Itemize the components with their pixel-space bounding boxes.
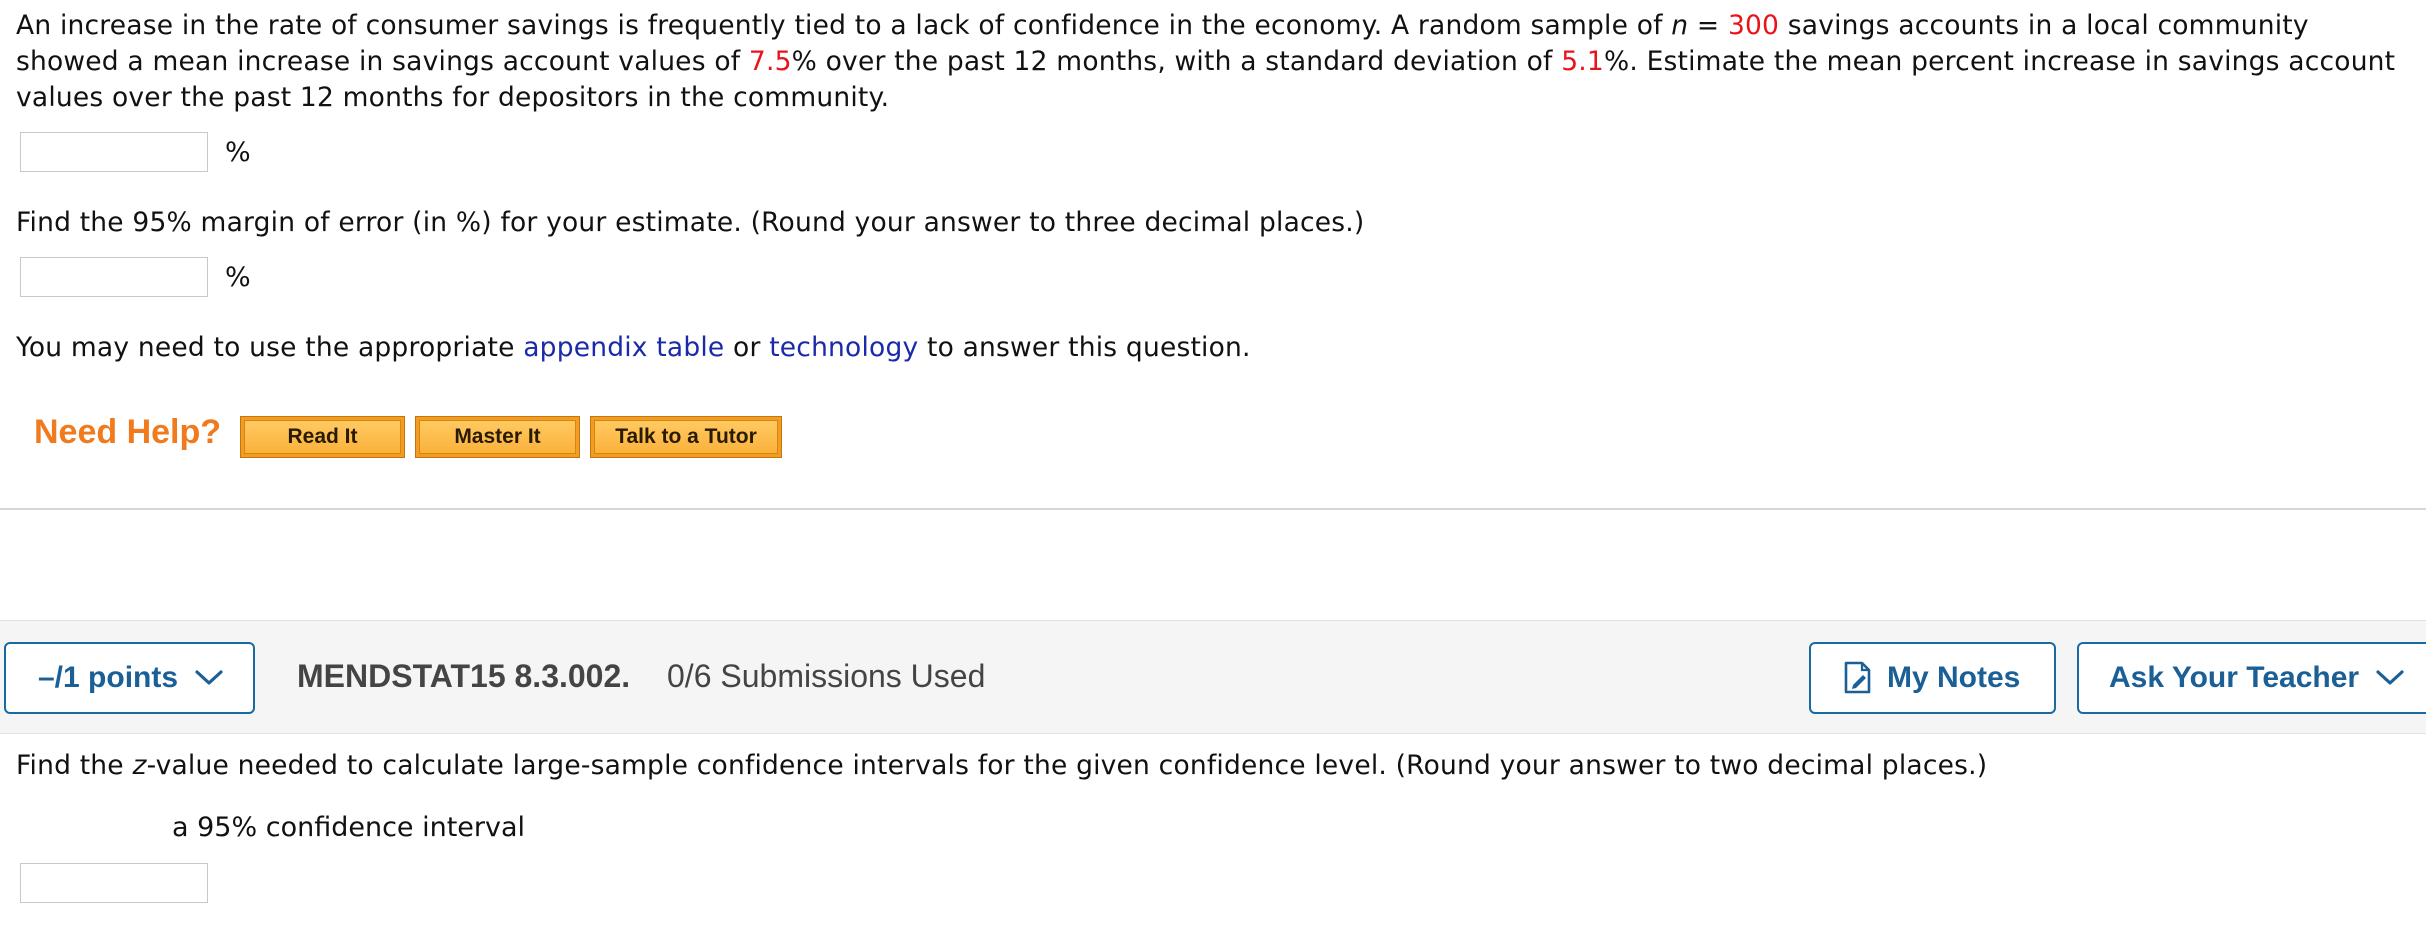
variable-n: n bbox=[1671, 10, 1689, 41]
margin-of-error-prompt: Find the 95% margin of error (in %) for … bbox=[16, 207, 1365, 238]
hint-text: You may need to use the appropriate appe… bbox=[16, 330, 2411, 366]
confidence-level-label: a 95% confidence interval bbox=[172, 812, 526, 843]
read-it-button[interactable]: Read It bbox=[240, 416, 405, 458]
question-text-segment: % over the past 12 months, with a standa… bbox=[791, 46, 1562, 77]
chevron-down-icon bbox=[194, 669, 224, 687]
hint-segment: to answer this question. bbox=[918, 332, 1251, 363]
z-value-input[interactable] bbox=[20, 863, 208, 903]
read-it-label: Read It bbox=[244, 420, 401, 454]
appendix-table-link[interactable]: appendix table bbox=[523, 332, 724, 363]
my-notes-button[interactable]: My Notes bbox=[1809, 642, 2056, 714]
talk-to-tutor-label: Talk to a Tutor bbox=[594, 420, 778, 454]
ask-teacher-label: Ask Your Teacher bbox=[2109, 661, 2360, 694]
variable-z: z bbox=[132, 750, 147, 781]
mean-estimate-input[interactable] bbox=[20, 132, 208, 172]
my-notes-label: My Notes bbox=[1887, 661, 2021, 694]
master-it-label: Master It bbox=[419, 420, 576, 454]
mean-increase-value: 7.5 bbox=[748, 46, 792, 77]
question-2-text: Find the z-value needed to calculate lar… bbox=[16, 748, 2411, 784]
points-label: –/1 points bbox=[38, 661, 179, 694]
question-code: MENDSTAT15 8.3.002. bbox=[297, 658, 631, 694]
percent-unit: % bbox=[225, 262, 251, 293]
question-1: An increase in the rate of consumer savi… bbox=[0, 0, 2426, 510]
question-text-segment: -value needed to calculate large-sample … bbox=[146, 750, 1988, 781]
technology-link[interactable]: technology bbox=[769, 332, 918, 363]
chevron-down-icon bbox=[2375, 669, 2405, 687]
std-dev-value: 5.1 bbox=[1561, 46, 1604, 77]
submissions-used: 0/6 Submissions Used bbox=[667, 658, 986, 694]
hint-segment: You may need to use the appropriate bbox=[16, 332, 524, 363]
sample-size-value: 300 bbox=[1727, 10, 1780, 41]
margin-of-error-input[interactable] bbox=[20, 257, 208, 297]
question-divider bbox=[0, 508, 2426, 510]
question-1-text: An increase in the rate of consumer savi… bbox=[16, 8, 2411, 116]
talk-to-tutor-button[interactable]: Talk to a Tutor bbox=[590, 416, 782, 458]
master-it-button[interactable]: Master It bbox=[415, 416, 580, 458]
ask-teacher-dropdown[interactable]: Ask Your Teacher bbox=[2077, 642, 2426, 714]
notes-icon bbox=[1843, 661, 1873, 695]
points-dropdown[interactable]: –/1 points bbox=[4, 642, 255, 714]
need-help-label: Need Help? bbox=[34, 413, 222, 451]
equals-sign: = bbox=[1688, 10, 1728, 41]
percent-unit: % bbox=[225, 137, 251, 168]
question-text-segment: An increase in the rate of consumer savi… bbox=[16, 10, 1672, 41]
question-2-header: –/1 points MENDSTAT15 8.3.002. 0/6 Submi… bbox=[0, 620, 2426, 734]
question-text-segment: Find the bbox=[16, 750, 133, 781]
hint-segment: or bbox=[724, 332, 770, 363]
